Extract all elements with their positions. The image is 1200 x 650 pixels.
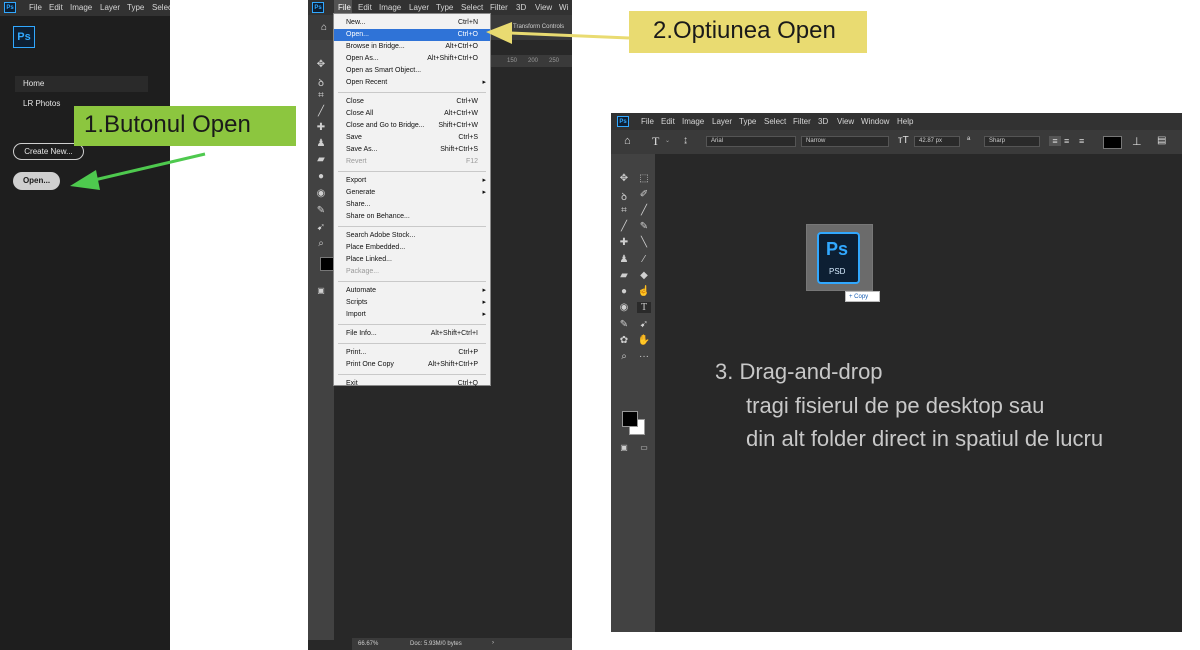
yellow-arrow-icon	[486, 22, 630, 44]
green-arrow-icon	[70, 152, 206, 190]
annotation-arrows	[70, 22, 630, 190]
